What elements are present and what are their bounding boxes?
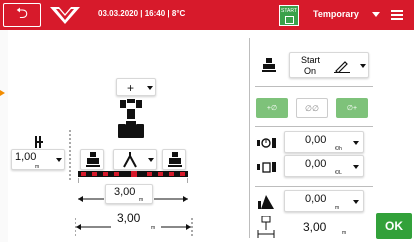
height-guide bbox=[69, 130, 71, 180]
date-time-temp: 03.03.2020 | 16:40 | 8°C bbox=[98, 9, 186, 18]
cost-per-litre-field[interactable]: 0,00 €/L bbox=[284, 155, 364, 177]
implement-left-button[interactable] bbox=[80, 149, 104, 170]
chevron-down-icon bbox=[56, 158, 62, 162]
section-control-left[interactable]: +∅ bbox=[256, 98, 288, 118]
left-offset-dropdown[interactable]: 1,00 m bbox=[11, 149, 65, 170]
section-left-icon: +∅ bbox=[266, 105, 278, 112]
cost-per-hour-field[interactable]: 0,00 €/h bbox=[284, 131, 364, 153]
fuel-cost-icon bbox=[257, 162, 276, 173]
start-label-line1: Start bbox=[301, 55, 321, 65]
sowing-icon bbox=[262, 58, 276, 72]
edit-pencil-icon bbox=[334, 61, 350, 73]
implement-right-button[interactable] bbox=[162, 149, 186, 170]
hitch-icon bbox=[123, 152, 137, 168]
hitch-height-icon bbox=[35, 136, 43, 148]
top-bar: ⮌ 03.03.2020 | 16:40 | 8°C START Tempora… bbox=[0, 0, 414, 30]
mode-selector[interactable]: Temporary bbox=[313, 9, 359, 19]
total-width-dimension bbox=[75, 218, 193, 236]
left-offset-value: 1,00 bbox=[15, 151, 37, 163]
area-icon bbox=[258, 195, 274, 209]
chevron-down-icon bbox=[148, 158, 154, 162]
tractor-icon bbox=[118, 99, 144, 138]
start-mode-dropdown[interactable]: Start On bbox=[289, 52, 369, 78]
start-record-button[interactable]: START bbox=[279, 5, 299, 26]
section-center-icon: ∅∅ bbox=[305, 103, 319, 113]
implement-bar bbox=[78, 171, 188, 183]
separator bbox=[255, 86, 373, 87]
separator bbox=[255, 186, 373, 187]
menu-icon[interactable] bbox=[391, 10, 403, 22]
brand-logo-icon bbox=[50, 7, 80, 24]
start-label: START bbox=[281, 8, 297, 14]
implement-right-icon bbox=[168, 152, 182, 167]
section-right-icon: ∅+ bbox=[346, 105, 358, 112]
top-selector-value: + bbox=[127, 81, 135, 95]
ok-button[interactable]: OK bbox=[376, 213, 412, 239]
machine-width-value: 3,00 bbox=[303, 220, 327, 234]
implement-type-dropdown[interactable] bbox=[113, 149, 157, 170]
chevron-down-icon bbox=[353, 200, 359, 204]
start-label-line2: On bbox=[304, 66, 317, 76]
back-arrow-icon: ⮌ bbox=[15, 4, 28, 22]
time-cost-icon bbox=[257, 138, 276, 148]
cost-per-litre-value: 0,00 bbox=[305, 158, 327, 170]
working-width-dimension bbox=[78, 196, 188, 202]
left-offset-unit: m bbox=[35, 164, 40, 170]
machine-width-icon bbox=[257, 216, 275, 238]
implement-top-dropdown[interactable]: + bbox=[116, 78, 156, 96]
chevron-down-icon bbox=[353, 141, 359, 145]
cost-per-hour-unit: €/h bbox=[335, 146, 342, 152]
record-icon bbox=[284, 16, 294, 24]
side-gutter bbox=[0, 30, 8, 242]
implement-left-icon bbox=[86, 152, 100, 167]
machine-width-unit: m bbox=[342, 230, 347, 236]
area-field[interactable]: 0,00 m bbox=[284, 190, 364, 212]
area-unit: m bbox=[335, 205, 340, 211]
indicator-arrow-icon bbox=[0, 90, 5, 96]
back-button[interactable]: ⮌ bbox=[3, 3, 41, 27]
section-control-center[interactable]: ∅∅ bbox=[296, 98, 328, 118]
chevron-down-icon bbox=[353, 165, 359, 169]
chevron-down-icon bbox=[147, 86, 153, 90]
separator bbox=[255, 126, 373, 127]
chevron-down-icon bbox=[360, 64, 366, 68]
cost-per-hour-value: 0,00 bbox=[305, 134, 327, 146]
area-value: 0,00 bbox=[305, 193, 327, 205]
panel-divider bbox=[249, 38, 250, 238]
cost-per-litre-unit: €/L bbox=[335, 170, 342, 176]
mode-dropdown-icon[interactable] bbox=[372, 12, 380, 17]
section-control-right[interactable]: ∅+ bbox=[336, 98, 368, 118]
